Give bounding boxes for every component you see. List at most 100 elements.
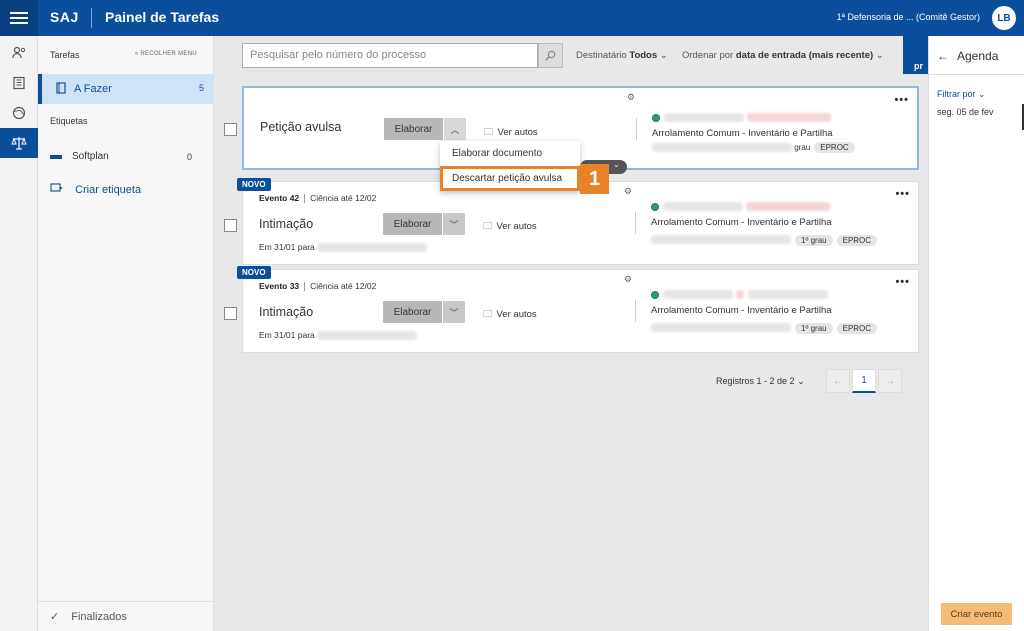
organization-label[interactable]: 1ª Defensoria de ... (Comitê Gestor) [837,12,980,22]
create-tag-link[interactable]: Criar etiqueta [50,182,141,196]
task-card[interactable]: NOVO ⚙ ••• Evento 33 Ciência até 12/02 In… [237,266,919,353]
settings-badge-icon[interactable]: ⚙ [627,92,635,103]
process-tags-row: 1º grau EPROC [651,232,911,246]
hamburger-menu-icon[interactable] [0,0,38,36]
subtitle-prefix: Em 31/01 para [259,330,315,340]
system-badge: EPROC [836,235,878,246]
card-checkbox[interactable] [224,219,237,232]
divider [304,282,306,292]
degree-badge: 1º grau [795,323,833,334]
process-info: Arrolamento Comum - Inventário e Partilh… [652,110,912,153]
back-arrow-icon[interactable]: ← [937,49,949,63]
collapse-menu-button[interactable]: « RECOLHER MENU [135,51,197,57]
card-checkbox[interactable] [224,307,237,320]
divider [636,118,637,140]
task-card[interactable]: ⚙ ••• Petição avulsa Elaborar ︿ 🗀 Ver aut… [242,86,919,170]
settings-badge-icon[interactable]: ⚙ [624,186,632,197]
user-avatar[interactable]: LB [992,6,1016,30]
view-records-link[interactable]: 🗀 Ver autos [484,125,538,141]
degree-badge: 1º grau [795,235,833,246]
degree-badge: grau [794,143,811,152]
book-icon[interactable] [0,68,38,98]
recipient-filter[interactable]: Destinatário Todos ⌄ [576,50,668,61]
redacted-text [736,290,745,300]
divider [635,212,636,234]
agenda-filter-label: Filtrar por [937,89,976,99]
process-number-row [651,287,911,301]
view-records-label: Ver autos [496,309,537,320]
process-tags-row: 1º grau EPROC [651,320,911,334]
folder-icon: 🗀 [484,127,494,138]
system-badge: EPROC [814,142,855,153]
new-badge: NOVO [237,266,271,279]
folder-icon: 🗀 [483,221,493,232]
person-settings-icon[interactable] [0,38,38,68]
event-meta: Evento 33 Ciência até 12/02 [259,281,377,292]
elaborate-button[interactable]: Elaborar [383,301,442,323]
task-subtitle: Em 31/01 para [259,330,418,341]
settings-badge-icon[interactable]: ⚙ [624,274,632,285]
chevron-down-icon: ⌄ [797,376,805,386]
tag-add-icon [50,183,65,196]
menu-item-discard-petition[interactable]: Descartar petição avulsa [440,166,580,191]
order-value: data de entrada (mais recente) [735,50,874,61]
agenda-title: Agenda [957,49,999,63]
deadline-text: Ciência até 12/02 [310,193,377,203]
sidebar-item-softplan[interactable]: Softplan 0 [50,150,202,164]
event-meta: Evento 42 Ciência até 12/02 [259,193,377,204]
create-event-button[interactable]: Criar evento [941,603,1012,625]
chevron-down-icon: ⌄ [875,50,884,61]
agenda-panel: ← Agenda Filtrar por ⌄ seg. 05 de fev Cri… [928,36,1024,631]
prev-page-icon[interactable]: ← [826,369,850,393]
process-number-row [652,110,912,124]
status-dot-icon [651,202,659,211]
elaborate-button[interactable]: Elaborar [383,213,442,235]
pagination-label[interactable]: Registros 1 - 2 de 2 ⌄ [716,376,805,387]
chevron-down-icon[interactable]: ﹀ [443,213,465,235]
top-bar: SAJ Painel de Tarefas 1ª Defensoria de .… [0,0,1024,36]
search-icon[interactable] [538,43,563,68]
side-tab-button[interactable]: pr [903,36,929,74]
view-records-link[interactable]: 🗀 Ver autos [483,307,537,323]
labels-header: Etiquetas [50,116,88,126]
divider [929,74,1024,75]
redacted-text [747,290,828,300]
process-tags-row: grau EPROC [652,142,912,153]
brand-logo[interactable]: SAJ [50,9,79,25]
next-page-icon[interactable]: → [878,369,902,393]
step-marker: 1 [580,164,609,194]
redacted-text [317,331,418,341]
task-title: Intimação [259,217,314,231]
sidebar-item-label: A Fazer [74,83,112,95]
tag-color-bar [50,155,62,159]
card-checkbox[interactable] [224,123,237,136]
menu-item-elaborate-document[interactable]: Elaborar documento [440,141,580,166]
globe-icon[interactable] [0,98,38,128]
redacted-text [651,235,791,245]
sidebar-item-finished[interactable]: ✓ Finalizados [38,601,214,631]
order-filter[interactable]: Ordenar por data de entrada (mais recent… [682,50,884,61]
process-class: Arrolamento Comum - Inventário e Partilh… [651,305,832,316]
event-number: Evento 42 [259,193,300,203]
scale-icon[interactable] [0,128,38,158]
deadline-text: Ciência até 12/02 [310,281,377,291]
chevron-down-icon[interactable]: ﹀ [443,301,465,323]
view-records-link[interactable]: 🗀 Ver autos [483,219,537,235]
agenda-date: seg. 05 de fev [937,107,994,117]
tag-count: 0 [186,152,192,162]
app-title: Painel de Tarefas [105,9,220,25]
search-input[interactable]: Pesquisar pelo número do processo [242,43,538,68]
agenda-filter-button[interactable]: Filtrar por ⌄ [937,89,986,100]
recipient-label: Destinatário [576,50,627,61]
chevron-up-icon[interactable]: ︿ [444,118,466,140]
process-number-row [651,199,911,213]
sidebar-item-todo[interactable]: A Fazer 5 [38,74,214,104]
redacted-text [652,143,792,153]
more-options-icon[interactable]: ••• [894,94,909,106]
view-records-label: Ver autos [497,127,538,138]
order-label: Ordenar por [682,50,734,61]
elaborate-dropdown-menu: Elaborar documento Descartar petição avu… [440,141,580,191]
view-records-label: Ver autos [496,221,537,232]
page-number-button[interactable]: 1 [852,369,876,393]
elaborate-button[interactable]: Elaborar [384,118,443,140]
